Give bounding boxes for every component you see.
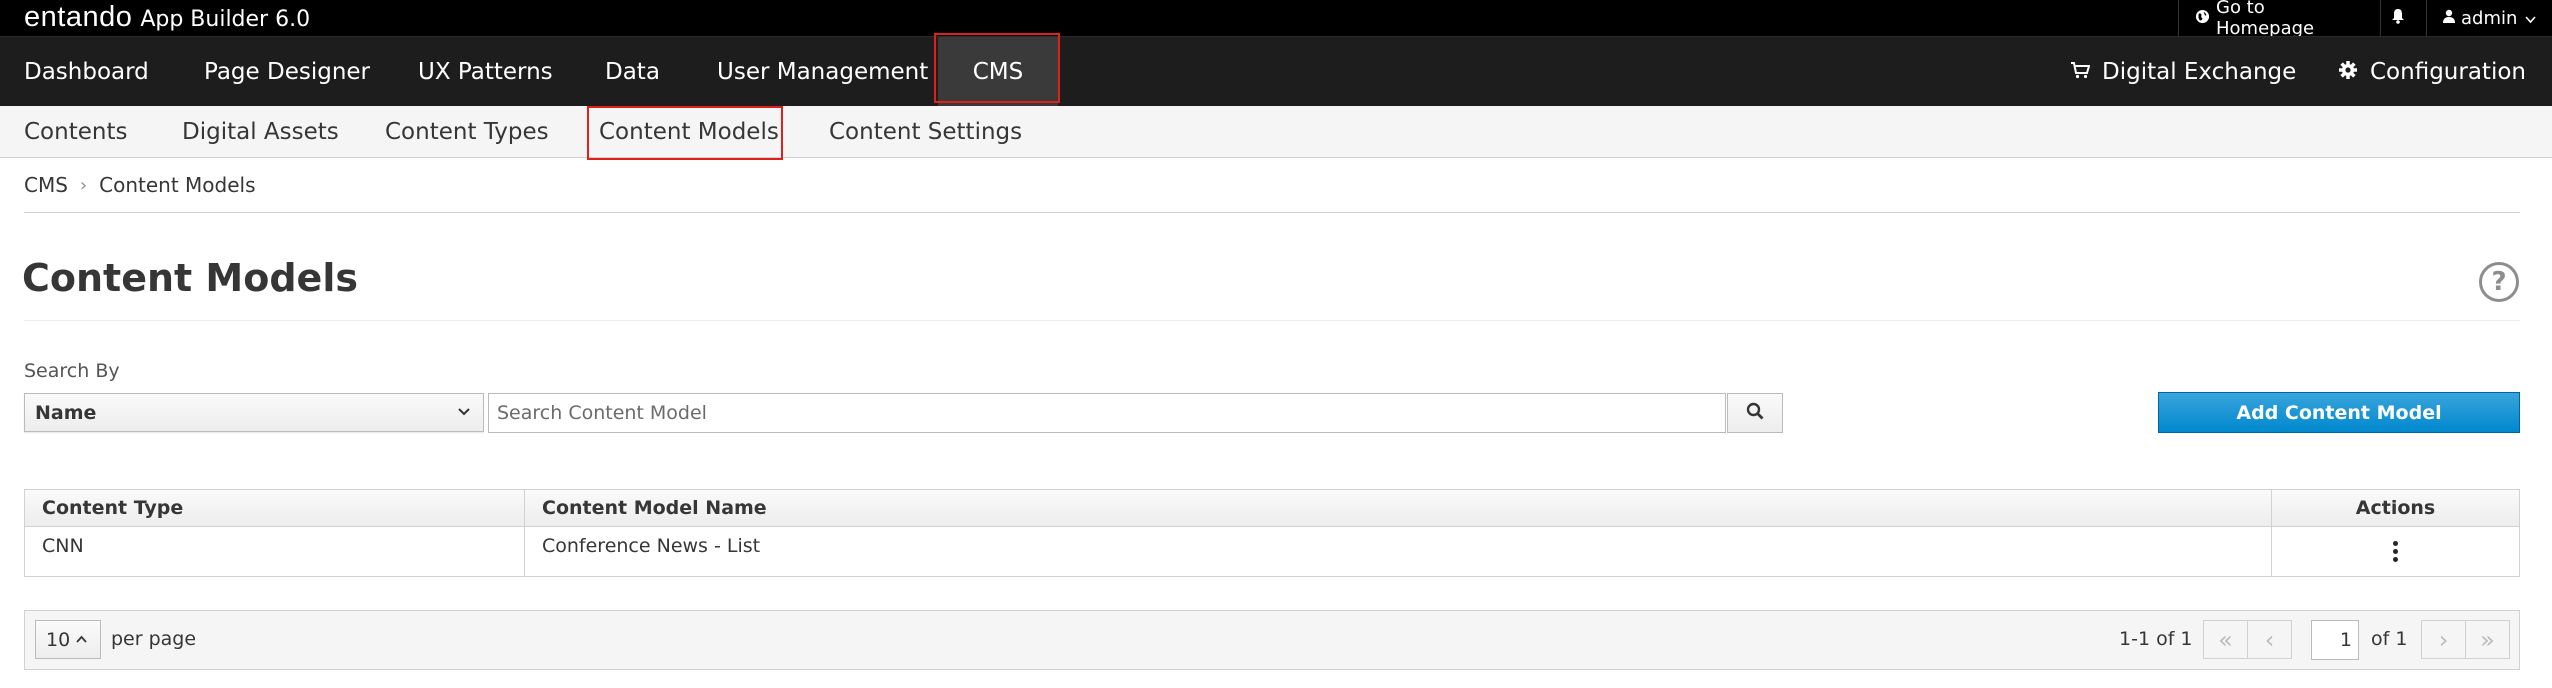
cell-content-model-name: Conference News - List — [525, 527, 2272, 576]
last-page-button[interactable]: » — [2465, 620, 2510, 659]
go-to-homepage-label: Go to Homepage — [2216, 0, 2315, 39]
subnav-content-models[interactable]: Content Models — [599, 106, 779, 158]
cell-content-type: CNN — [25, 527, 525, 576]
nav-data[interactable]: Data — [605, 37, 660, 107]
search-icon — [1746, 401, 1764, 425]
row-actions-cell — [2272, 527, 2519, 576]
total-pages-label: of 1 — [2371, 628, 2408, 650]
brand[interactable]: entando App Builder 6.0 — [24, 1, 310, 35]
add-content-model-button[interactable]: Add Content Model — [2158, 392, 2520, 433]
nav-configuration[interactable]: Configuration — [2338, 37, 2526, 107]
chevron-down-icon — [2525, 8, 2537, 29]
user-name: admin — [2461, 7, 2518, 29]
cart-icon — [2070, 60, 2091, 84]
previous-page-button[interactable]: ‹ — [2247, 620, 2292, 659]
subnav-content-settings[interactable]: Content Settings — [829, 106, 1022, 158]
breadcrumb-cms[interactable]: CMS — [24, 173, 68, 197]
help-icon[interactable]: ? — [2479, 262, 2519, 302]
current-page-input[interactable] — [2311, 620, 2359, 660]
chevron-left-icon: ‹ — [2264, 625, 2275, 654]
search-button[interactable] — [1727, 393, 1783, 433]
breadcrumb-content-models: Content Models — [99, 173, 256, 197]
per-page-label: per page — [111, 628, 197, 650]
column-content-type: Content Type — [25, 490, 525, 526]
subnav-digital-assets[interactable]: Digital Assets — [182, 106, 339, 158]
kebab-menu-icon[interactable] — [2393, 541, 2398, 562]
breadcrumb-separator-icon: › — [79, 174, 88, 196]
nav-user-management[interactable]: User Management — [717, 37, 928, 107]
nav-ux-patterns[interactable]: UX Patterns — [418, 37, 553, 107]
user-icon — [2443, 9, 2455, 27]
nav-digital-exchange[interactable]: Digital Exchange — [2070, 37, 2296, 107]
go-to-homepage-link[interactable]: Go to Homepage — [2178, 0, 2348, 39]
search-field-select[interactable]: Name — [24, 393, 484, 432]
pagination-bar: 10 per page 1-1 of 1 « ‹ of 1 › » — [24, 610, 2520, 670]
user-menu[interactable]: admin — [2426, 0, 2552, 36]
chevron-down-icon — [457, 402, 471, 421]
subnav-content-types[interactable]: Content Types — [385, 106, 549, 158]
search-by-label: Search By — [24, 360, 120, 382]
column-actions: Actions — [2355, 497, 2436, 519]
first-page-button[interactable]: « — [2203, 620, 2248, 659]
breadcrumb: CMS › Content Models — [24, 170, 256, 200]
nav-dashboard[interactable]: Dashboard — [24, 37, 149, 107]
table-header: Content Type Content Model Name Actions — [25, 490, 2519, 527]
next-page-button[interactable]: › — [2421, 620, 2466, 659]
pagination-range: 1-1 of 1 — [2119, 628, 2193, 650]
chevron-up-icon — [76, 632, 87, 647]
app-name: App Builder 6.0 — [140, 7, 311, 32]
double-chevron-right-icon: » — [2480, 625, 2495, 654]
search-field-value: Name — [35, 401, 97, 424]
per-page-dropdown[interactable]: 10 — [35, 620, 101, 659]
nav-configuration-label: Configuration — [2370, 59, 2526, 85]
divider — [24, 320, 2520, 321]
sub-navigation: Contents Digital Assets Content Types Co… — [0, 106, 2552, 158]
search-input[interactable] — [488, 393, 1726, 433]
divider — [24, 212, 2520, 213]
page-title: Content Models — [22, 256, 358, 300]
table-row: CNN Conference News - List — [25, 527, 2519, 576]
column-content-model-name: Content Model Name — [525, 490, 2272, 526]
notifications-button[interactable] — [2380, 0, 2414, 36]
entando-logo: entando — [24, 1, 133, 33]
globe-icon — [2195, 9, 2210, 28]
content-models-table: Content Type Content Model Name Actions … — [24, 489, 2520, 577]
double-chevron-left-icon: « — [2218, 625, 2233, 654]
top-bar: entando App Builder 6.0 Go to Homepage a… — [0, 0, 2552, 39]
chevron-right-icon: › — [2438, 625, 2449, 654]
nav-page-designer[interactable]: Page Designer — [204, 37, 370, 107]
nav-cms[interactable]: CMS — [938, 37, 1058, 107]
subnav-contents[interactable]: Contents — [24, 106, 127, 158]
per-page-value: 10 — [46, 628, 71, 651]
bell-icon — [2391, 8, 2405, 29]
main-navigation: Dashboard Page Designer UX Patterns Data… — [0, 36, 2552, 107]
nav-digital-exchange-label: Digital Exchange — [2102, 59, 2297, 85]
gear-icon — [2338, 60, 2358, 85]
